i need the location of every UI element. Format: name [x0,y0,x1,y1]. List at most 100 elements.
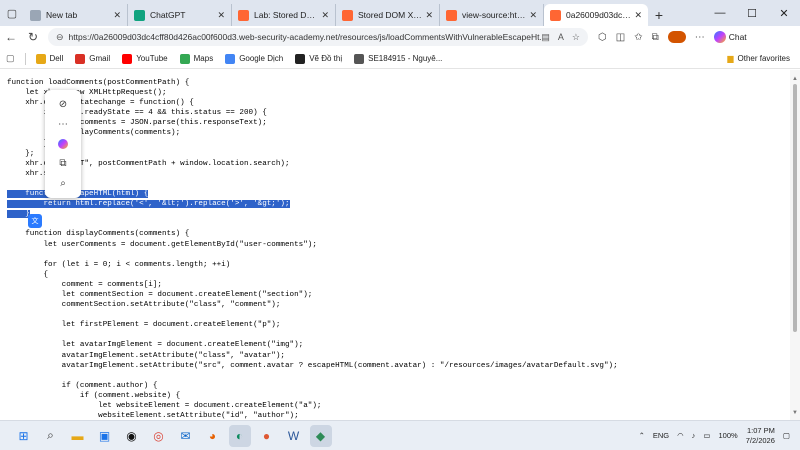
more-options-icon[interactable]: ⋯ [695,32,705,43]
language-indicator[interactable]: ENG [653,431,669,440]
bookmark-item[interactable]: Dell [30,53,70,64]
tab-1[interactable]: ChatGPT ✕ [128,4,232,26]
code-text: let websiteElement = document.createElem… [7,402,322,410]
scrollbar-thumb[interactable] [793,84,797,332]
code-text: let commentSection = document.createElem… [7,290,313,299]
code-line: }; [7,149,618,159]
bookmark-item[interactable]: YouTube [116,53,173,64]
vertical-scrollbar[interactable]: ▲ ▼ [790,70,800,420]
code-line: avatarImgElement.setAttribute("class", "… [7,351,618,361]
scroll-down-icon[interactable]: ▼ [792,410,798,416]
extensions-icon[interactable]: ⬡ [598,32,607,43]
hide-menu-icon[interactable]: ⊘ [59,99,67,110]
bookmark-item[interactable]: Vẽ Đồ thị [289,53,348,64]
copy-icon[interactable]: ⧉ [59,158,66,169]
bookmark-item[interactable]: Maps [174,53,220,64]
bookmark-label: Google Dịch [239,54,284,63]
bookmark-item[interactable]: Google Dịch [219,53,289,64]
tab-title: view-source:https://0a [462,10,526,20]
code-line: for (let i = 0; i < comments.length; ++i… [7,260,618,270]
close-tab-icon[interactable]: ✕ [113,10,121,21]
code-text: for (let i = 0; i < comments.length; ++i… [7,260,231,269]
bookmark-item[interactable]: SE184915 - Nguyê... [348,53,448,64]
scroll-up-icon[interactable]: ▲ [792,76,798,82]
favorite-star-icon[interactable]: ☆ [572,32,580,43]
address-bar[interactable]: ⊖ https://0a26009d03dc4cff80d426ac00f600… [48,28,588,46]
notifications-icon[interactable]: ▢ [783,431,790,440]
copilot-icon[interactable] [58,138,68,149]
battery-icon[interactable]: ▭ [703,431,710,440]
split-screen-icon[interactable]: ◫ [616,32,625,43]
code-line: let avatarImgElement = document.createEl… [7,340,618,350]
profile-avatar[interactable] [667,31,686,43]
gmail-icon [75,53,86,64]
clock[interactable]: 1:07 PM 7/2/2026 [746,426,775,446]
collections-icon[interactable]: ⧉ [652,32,659,43]
code-line: function displayComments(comments) { [7,229,618,239]
firefox-icon[interactable]: ◕ [202,425,224,447]
bookmark-item[interactable]: Gmail [69,53,116,64]
tray-chevron-icon[interactable]: ⌃ [639,431,645,440]
site-info-icon[interactable]: ⊖ [56,32,64,43]
duckduckgo-icon[interactable]: ● [256,425,278,447]
portswigger-icon [342,9,353,21]
reader-mode-icon[interactable]: ▤ [541,32,550,43]
word-icon[interactable]: W [283,425,305,447]
app-icon[interactable]: ◆ [309,424,332,447]
chrome-icon[interactable]: ◎ [148,425,170,447]
close-window-icon[interactable]: ✕ [768,7,800,20]
tab-title: ChatGPT [150,10,186,20]
youtube-icon [122,53,133,64]
selected-code-text: return html.replace('<', '&lt;').replace… [7,200,290,209]
read-aloud-icon[interactable]: A [558,32,564,43]
more-icon[interactable]: ⋯ [58,119,68,130]
translate-icon[interactable]: 文 [28,214,42,228]
maximize-icon[interactable]: ☐ [736,7,768,20]
refresh-icon[interactable]: ↻ [22,30,44,44]
close-tab-icon[interactable]: ✕ [529,10,537,21]
volume-icon[interactable]: ♪ [692,431,696,440]
close-tab-icon[interactable]: ✕ [217,10,225,21]
minimize-icon[interactable]: — [704,7,736,19]
code-text: if (comment.author) { [7,381,158,390]
tab-4[interactable]: view-source:https://0a✕ [440,4,544,26]
store-icon[interactable]: ▣ [94,425,116,447]
outlook-icon[interactable]: ✉ [175,425,197,447]
code-text: avatarImgElement.setAttribute("class", "… [7,351,285,360]
tab-title: New tab [46,10,78,20]
bookmarks-apps-icon[interactable]: ▢ [0,53,21,64]
tab-3[interactable]: Stored DOM XSS ✕ [336,4,440,26]
tab-2[interactable]: Lab: Stored DOM XSS✕ [232,4,336,26]
search-icon[interactable]: ⌕ [40,425,62,447]
other-favorites[interactable]: ▆ Other favorites [727,54,800,63]
chatgpt-icon [134,9,145,21]
copilot-chat-button[interactable]: Chat [713,31,747,43]
tab-5[interactable]: 0a26009d03dc4cff80d✕ [544,4,648,26]
file-explorer-icon[interactable]: ▬ [67,425,89,447]
tab-strip: ▢ New tab✕ChatGPT✕Lab: Stored DOM XSS✕St… [0,0,800,26]
code-line: xhr.send(); [7,169,618,179]
maps-icon [179,53,190,64]
code-line: avatarImgElement.setAttribute("src", com… [7,361,618,371]
back-icon[interactable]: ← [0,30,22,44]
tab-0[interactable]: New tab ✕ [24,4,128,26]
portswigger-icon [238,9,249,21]
windows-start-icon[interactable]: ⊞ [13,425,35,447]
dell-icon[interactable]: ◉ [121,425,143,447]
close-tab-icon[interactable]: ✕ [634,10,642,21]
search-icon[interactable]: ⌕ [60,178,66,189]
new-tab-button[interactable]: + [648,4,670,26]
edge-icon[interactable]: ◐ [228,424,251,447]
wifi-icon[interactable]: ◠ [677,431,684,440]
close-tab-icon[interactable]: ✕ [425,10,433,21]
bookmark-label: Gmail [89,54,111,63]
tab-actions-icon[interactable]: ▢ [0,0,24,26]
code-line: if (this.readyState == 4 && this.status … [7,108,618,118]
code-line: { [7,270,618,280]
close-tab-icon[interactable]: ✕ [321,10,329,21]
code-text: let userComments = document.getElementBy… [7,240,317,249]
page-icon [30,9,41,21]
favorites-icon[interactable]: ✩ [634,32,642,43]
